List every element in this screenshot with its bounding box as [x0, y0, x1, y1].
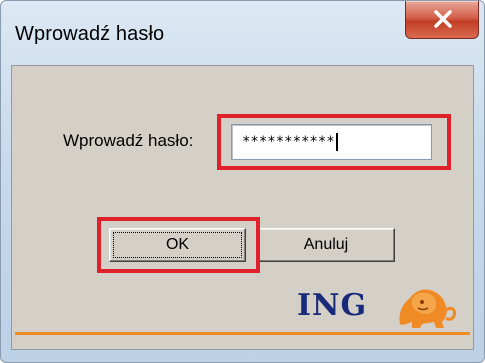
text-caret — [335, 133, 338, 151]
password-value: *********** — [242, 134, 335, 150]
lion-icon — [399, 289, 456, 328]
password-label: Wprowadź hasło: — [63, 131, 194, 150]
close-button[interactable] — [405, 1, 479, 39]
dialog-body: Wprowadź hasło: *********** OK Anuluj IN… — [11, 65, 474, 350]
accent-divider — [15, 332, 470, 335]
close-icon — [434, 10, 452, 28]
ok-button[interactable]: OK — [109, 228, 246, 262]
cancel-button[interactable]: Anuluj — [257, 228, 395, 262]
ing-logo: ING — [297, 284, 467, 334]
ing-logo-text: ING — [297, 288, 368, 323]
password-field[interactable]: *********** — [231, 124, 432, 160]
window-title: Wprowadź hasło — [15, 23, 165, 45]
title-bar[interactable]: Wprowadź hasło — [1, 1, 484, 65]
password-dialog: Wprowadź hasło Wprowadź hasło: *********… — [0, 0, 485, 363]
